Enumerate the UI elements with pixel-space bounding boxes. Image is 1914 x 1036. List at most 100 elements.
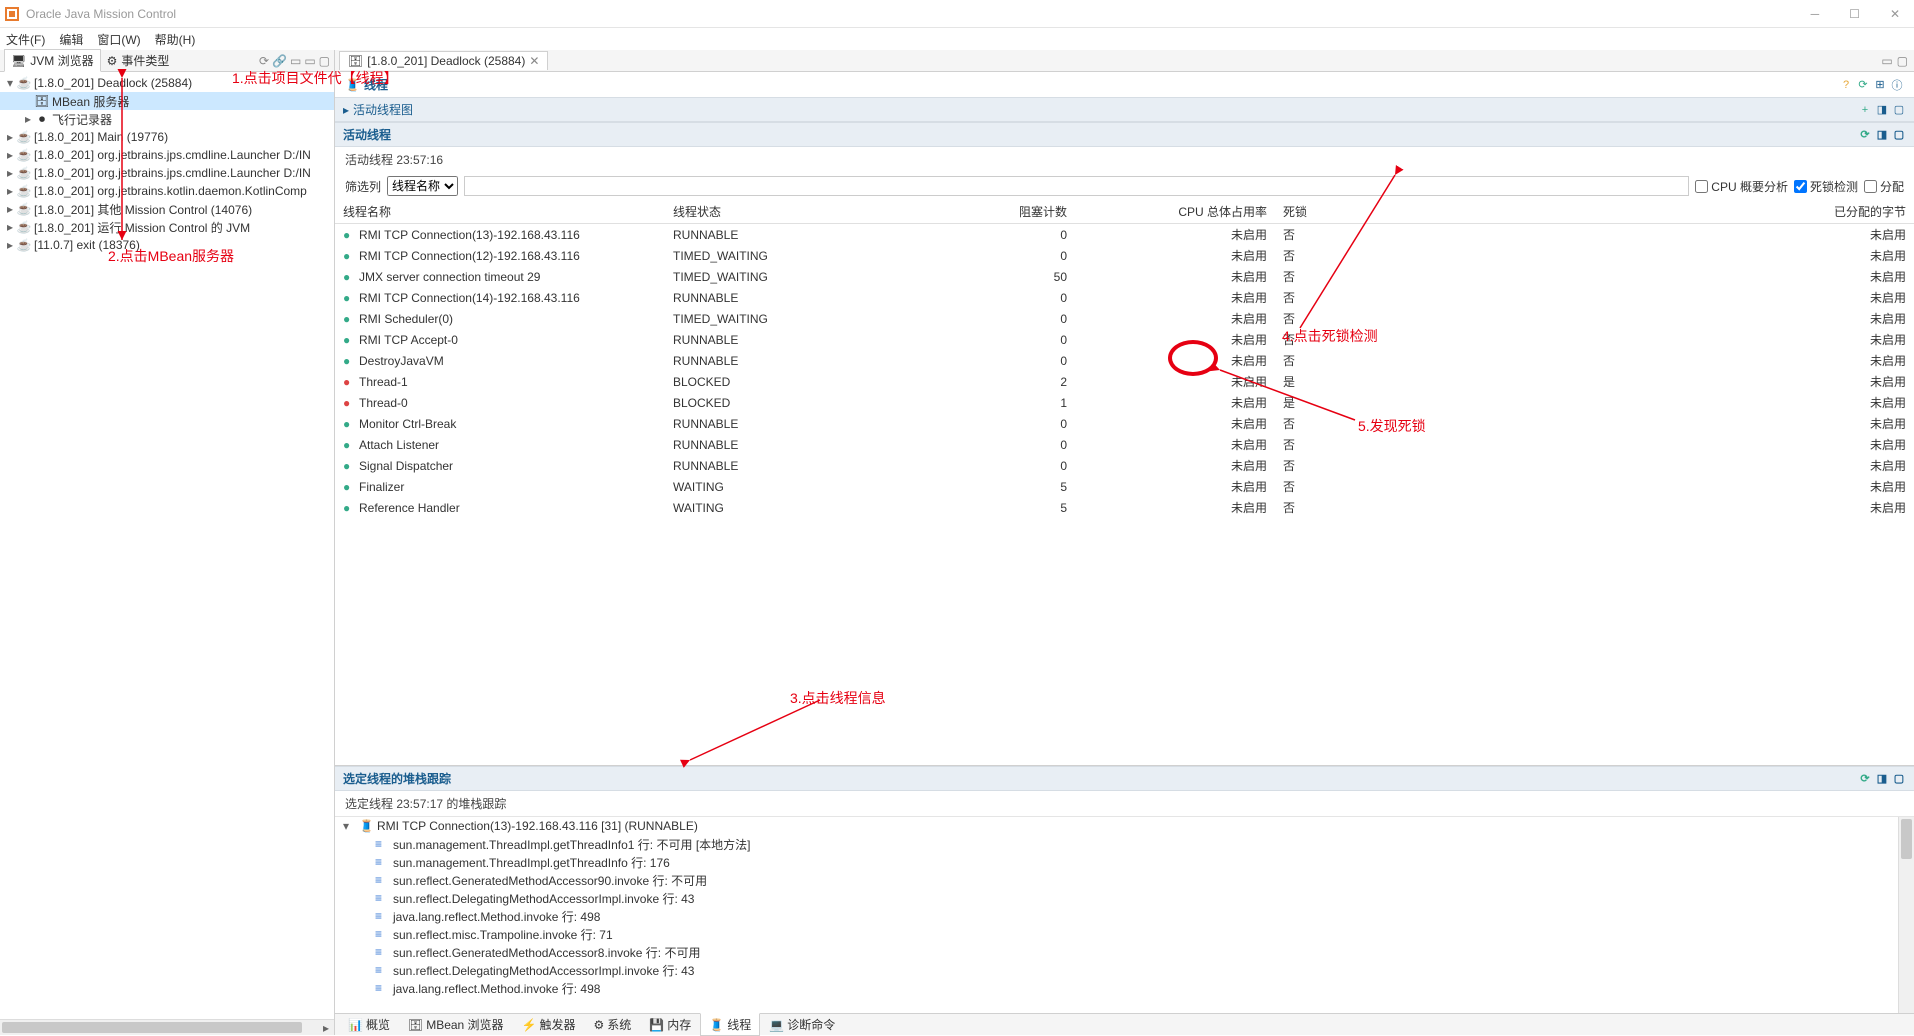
tree-row[interactable]: ▸☕[11.0.7] exit (18376) (0, 236, 334, 254)
filter-label: 筛选列 (345, 178, 381, 195)
table-row[interactable]: ●RMI TCP Accept-0RUNNABLE0未启用否未启用 (335, 329, 1914, 350)
app-icon (4, 6, 20, 22)
table-row[interactable]: ●FinalizerWAITING5未启用否未启用 (335, 476, 1914, 497)
expand-icon[interactable]: ◨ (1875, 128, 1889, 142)
table-row[interactable]: ●Monitor Ctrl-BreakRUNNABLE0未启用否未启用 (335, 413, 1914, 434)
refresh-icon[interactable]: ⟳ (1856, 78, 1870, 92)
menu-edit[interactable]: 编辑 (59, 31, 83, 48)
cpu-profiling-checkbox[interactable]: CPU 概要分析 (1695, 178, 1788, 195)
minimize-editor-icon[interactable]: ▭ (1881, 54, 1892, 68)
tree-row[interactable]: ▸☕[1.8.0_201] org.jetbrains.jps.cmdline.… (0, 146, 334, 164)
menu-window[interactable]: 窗口(W) (97, 31, 140, 48)
table-row[interactable]: ●Signal DispatcherRUNNABLE0未启用否未启用 (335, 455, 1914, 476)
table-row[interactable]: ●RMI TCP Connection(12)-192.168.43.116TI… (335, 245, 1914, 266)
table-row[interactable]: ●RMI TCP Connection(13)-192.168.43.116RU… (335, 224, 1914, 246)
stack-frame[interactable]: ≡java.lang.reflect.Method.invoke 行: 498 (335, 979, 1914, 997)
more-icon[interactable]: ▢ (1892, 103, 1906, 117)
add-icon[interactable]: + (1858, 103, 1872, 117)
scroll-thumb[interactable] (2, 1022, 302, 1033)
jvm-tree[interactable]: ▾☕[1.8.0_201] Deadlock (25884)🗄MBean 服务器… (0, 72, 334, 1019)
table-row[interactable]: ●Attach ListenerRUNNABLE0未启用否未启用 (335, 434, 1914, 455)
more-icon[interactable]: ▢ (1892, 128, 1906, 142)
minimize-view-icon[interactable]: ▭ (304, 54, 315, 68)
stack-frame[interactable]: ≡java.lang.reflect.Method.invoke 行: 498 (335, 907, 1914, 925)
stack-frame[interactable]: ≡sun.reflect.GeneratedMethodAccessor8.in… (335, 943, 1914, 961)
close-button[interactable]: ✕ (1890, 7, 1900, 21)
deadlock-detection-checkbox[interactable]: 死锁检测 (1794, 178, 1858, 195)
expand-icon[interactable]: ◨ (1875, 772, 1889, 786)
expand-icon[interactable]: ◨ (1875, 103, 1889, 117)
col-alloc[interactable]: 已分配的字节 (1515, 200, 1914, 224)
scroll-thumb[interactable] (1901, 819, 1912, 859)
menu-help[interactable]: 帮助(H) (155, 31, 196, 48)
thread-state-icon: ● (343, 438, 357, 452)
stack-frame[interactable]: ≡sun.reflect.misc.Trampoline.invoke 行: 7… (335, 925, 1914, 943)
toolbar-icon[interactable]: ⟳ (259, 54, 269, 68)
bottom-tab[interactable]: 🧵线程 (700, 1013, 760, 1036)
maximize-button[interactable]: ☐ (1849, 7, 1860, 21)
stack-body[interactable]: ▾ 🧵 RMI TCP Connection(13)-192.168.43.11… (335, 816, 1914, 1013)
tree-row[interactable]: ▸⏺飞行记录器 (0, 110, 334, 128)
tree-row[interactable]: ▸☕[1.8.0_201] 运行 Mission Control 的 JVM (0, 218, 334, 236)
thread-state-icon: ● (343, 459, 357, 473)
stack-frame[interactable]: ≡sun.management.ThreadImpl.getThreadInfo… (335, 853, 1914, 871)
thread-table[interactable]: 线程名称 线程状态 阻塞计数 CPU 总体占用率 死锁 已分配的字节 ●RMI … (335, 200, 1914, 518)
jvm-icon: ☕ (16, 76, 32, 90)
help-icon[interactable]: ? (1839, 78, 1853, 92)
table-row[interactable]: ●Reference HandlerWAITING5未启用否未启用 (335, 497, 1914, 518)
refresh-icon[interactable]: ⟳ (1858, 128, 1872, 142)
mbean-icon: 🗄 (34, 94, 50, 108)
stack-trace-section: 选定线程的堆栈跟踪 ⟳ ◨ ▢ 选定线程 23:57:17 的堆栈跟踪 ▾ 🧵 … (335, 765, 1914, 1013)
menu-file[interactable]: 文件(F) (6, 31, 45, 48)
col-blocked[interactable]: 阻塞计数 (935, 200, 1075, 224)
tree-row[interactable]: ▸☕[1.8.0_201] Main (19776) (0, 128, 334, 146)
bottom-tab[interactable]: ⚙系统 (585, 1013, 641, 1036)
bottom-tab[interactable]: 📊概览 (339, 1013, 399, 1036)
table-row[interactable]: ●JMX server connection timeout 29TIMED_W… (335, 266, 1914, 287)
stack-frame-icon: ≡ (375, 945, 389, 959)
stack-root[interactable]: ▾ 🧵 RMI TCP Connection(13)-192.168.43.11… (335, 817, 1914, 835)
scroll-right-icon[interactable]: ▸ (318, 1020, 334, 1035)
stack-frame[interactable]: ≡sun.reflect.DelegatingMethodAccessorImp… (335, 889, 1914, 907)
refresh-icon[interactable]: ⟳ (1858, 772, 1872, 786)
bottom-tab[interactable]: 🗄MBean 浏览器 (399, 1013, 513, 1036)
tree-row[interactable]: ▾☕[1.8.0_201] Deadlock (25884) (0, 74, 334, 92)
table-row[interactable]: ●Thread-1BLOCKED2未启用是未启用 (335, 371, 1914, 392)
tab-event-types[interactable]: ⚙ 事件类型 (101, 50, 176, 71)
editor-tab[interactable]: 🗄 [1.8.0_201] Deadlock (25884) ✕ (339, 51, 548, 70)
tree-row[interactable]: 🗄MBean 服务器 (0, 92, 334, 110)
table-row[interactable]: ●RMI Scheduler(0)TIMED_WAITING0未启用否未启用 (335, 308, 1914, 329)
tree-row[interactable]: ▸☕[1.8.0_201] org.jetbrains.jps.cmdline.… (0, 164, 334, 182)
bottom-tab[interactable]: ⚡触发器 (513, 1013, 585, 1036)
stack-frame[interactable]: ≡sun.reflect.GeneratedMethodAccessor90.i… (335, 871, 1914, 889)
allocation-checkbox[interactable]: 分配 (1864, 178, 1904, 195)
info-icon[interactable]: ⓘ (1890, 78, 1904, 92)
table-row[interactable]: ●RMI TCP Connection(14)-192.168.43.116RU… (335, 287, 1914, 308)
col-deadlock[interactable]: 死锁 (1275, 200, 1515, 224)
settings-icon[interactable]: ⊞ (1873, 78, 1887, 92)
toolbar-icon[interactable]: 🔗 (272, 54, 287, 68)
table-row[interactable]: ●Thread-0BLOCKED1未启用是未启用 (335, 392, 1914, 413)
filter-column-select[interactable]: 线程名称 (387, 176, 458, 196)
stack-frame[interactable]: ≡sun.reflect.DelegatingMethodAccessorImp… (335, 961, 1914, 979)
more-icon[interactable]: ▢ (1892, 772, 1906, 786)
tree-row[interactable]: ▸☕[1.8.0_201] 其他 Mission Control (14076) (0, 200, 334, 218)
maximize-view-icon[interactable]: ▢ (319, 54, 330, 68)
section-chart-header[interactable]: ▸ 活动线程图 + ◨ ▢ (335, 97, 1914, 122)
tree-row[interactable]: ▸☕[1.8.0_201] org.jetbrains.kotlin.daemo… (0, 182, 334, 200)
toolbar-icon[interactable]: ▭ (290, 54, 301, 68)
col-cpu[interactable]: CPU 总体占用率 (1075, 200, 1275, 224)
col-name[interactable]: 线程名称 (335, 200, 665, 224)
col-state[interactable]: 线程状态 (665, 200, 935, 224)
stack-frame[interactable]: ≡sun.management.ThreadImpl.getThreadInfo… (335, 835, 1914, 853)
maximize-editor-icon[interactable]: ▢ (1897, 54, 1908, 68)
close-tab-icon[interactable]: ✕ (529, 54, 539, 68)
tab-jvm-browser[interactable]: 🖥 JVM 浏览器 (4, 49, 101, 72)
bottom-tab[interactable]: 💻诊断命令 (760, 1013, 844, 1036)
minimize-button[interactable]: ─ (1811, 7, 1820, 21)
table-row[interactable]: ●DestroyJavaVMRUNNABLE0未启用否未启用 (335, 350, 1914, 371)
bottom-tab[interactable]: 💾内存 (640, 1013, 700, 1036)
filter-input[interactable] (464, 176, 1689, 196)
stack-vscroll[interactable] (1898, 817, 1914, 1013)
left-hscroll[interactable]: ◂ ▸ (0, 1019, 334, 1035)
